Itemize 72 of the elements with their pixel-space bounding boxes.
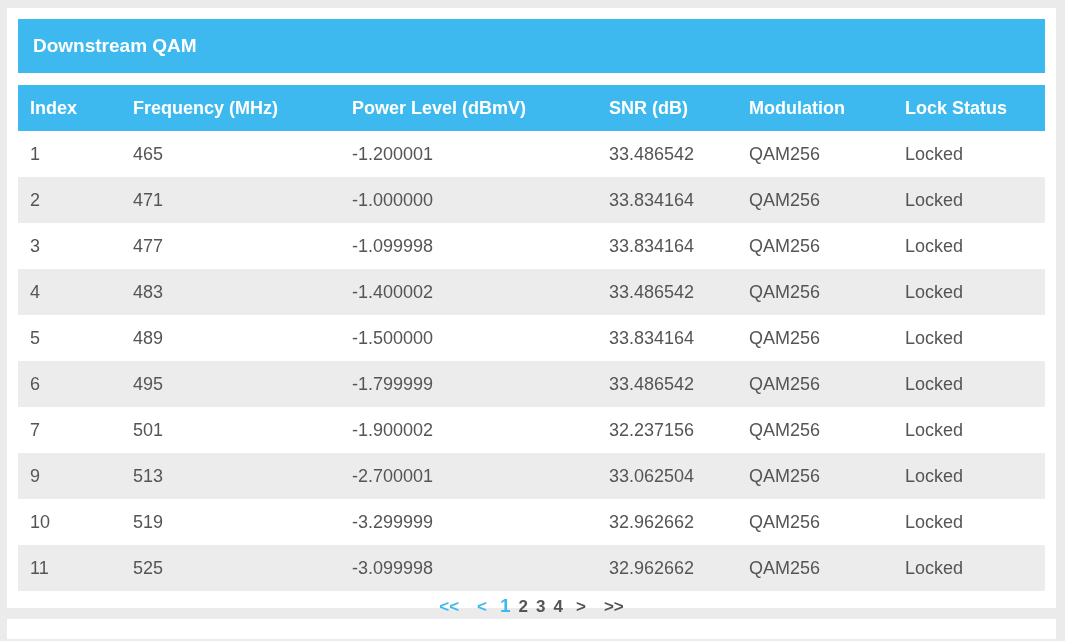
table-cell: 501: [121, 407, 340, 453]
table-cell: Locked: [893, 361, 1045, 407]
table-cell: -1.099998: [340, 223, 597, 269]
table-cell: 1: [18, 131, 121, 177]
table-cell: -1.400002: [340, 269, 597, 315]
table-cell: 33.834164: [597, 315, 737, 361]
table-cell: QAM256: [737, 315, 893, 361]
table-cell: -1.200001: [340, 131, 597, 177]
table-cell: QAM256: [737, 177, 893, 223]
table-cell: 9: [18, 453, 121, 499]
table-cell: 471: [121, 177, 340, 223]
table-cell: -1.799999: [340, 361, 597, 407]
table-cell: Locked: [893, 407, 1045, 453]
pagination-arrow[interactable]: >>: [603, 597, 624, 617]
table-cell: 489: [121, 315, 340, 361]
table-cell: 2: [18, 177, 121, 223]
table-cell: 495: [121, 361, 340, 407]
table-cell: 513: [121, 453, 340, 499]
table-cell: QAM256: [737, 545, 893, 591]
column-header: Modulation: [737, 85, 893, 131]
table-cell: QAM256: [737, 499, 893, 545]
page-link[interactable]: 4: [553, 597, 563, 617]
table-cell: Locked: [893, 177, 1045, 223]
table-cell: -3.299999: [340, 499, 597, 545]
table-cell: -2.700001: [340, 453, 597, 499]
table-cell: 32.237156: [597, 407, 737, 453]
table-cell: -3.099998: [340, 545, 597, 591]
table-cell: -1.500000: [340, 315, 597, 361]
table-cell: Locked: [893, 269, 1045, 315]
table-cell: 32.962662: [597, 545, 737, 591]
table-cell: 525: [121, 545, 340, 591]
column-header: Frequency (MHz): [121, 85, 340, 131]
table-cell: 32.962662: [597, 499, 737, 545]
table-cell: 5: [18, 315, 121, 361]
table-cell: 33.834164: [597, 223, 737, 269]
table-cell: Locked: [893, 131, 1045, 177]
table-cell: 519: [121, 499, 340, 545]
table-cell: Locked: [893, 453, 1045, 499]
table-cell: Locked: [893, 315, 1045, 361]
table-cell: QAM256: [737, 131, 893, 177]
table-cell: QAM256: [737, 269, 893, 315]
table-cell: Locked: [893, 499, 1045, 545]
page-link[interactable]: 2: [518, 597, 529, 617]
table-cell: 33.486542: [597, 269, 737, 315]
table-cell: 6: [18, 361, 121, 407]
table-cell: -1.000000: [340, 177, 597, 223]
table-cell: QAM256: [737, 223, 893, 269]
column-header: Power Level (dBmV): [340, 85, 597, 131]
column-header: Index: [18, 85, 121, 131]
column-header: SNR (dB): [597, 85, 737, 131]
table-cell: 465: [121, 131, 340, 177]
table-cell: -1.900002: [340, 407, 597, 453]
table-cell: 10: [18, 499, 121, 545]
table-cell: Locked: [893, 545, 1045, 591]
table-cell: Locked: [893, 223, 1045, 269]
table-cell: 477: [121, 223, 340, 269]
table-cell: 483: [121, 269, 340, 315]
page-link[interactable]: 3: [536, 597, 546, 617]
table-cell: QAM256: [737, 361, 893, 407]
pagination-arrow[interactable]: >: [576, 597, 586, 617]
table-cell: 33.834164: [597, 177, 737, 223]
table-cell: QAM256: [737, 407, 893, 453]
panel-title: Downstream QAM: [18, 19, 1045, 73]
table-cell: 33.062504: [597, 453, 737, 499]
table-cell: 7: [18, 407, 121, 453]
table-cell: 33.486542: [597, 131, 737, 177]
table-cell: 11: [18, 545, 121, 591]
table-cell: 4: [18, 269, 121, 315]
table-cell: 3: [18, 223, 121, 269]
column-header: Lock Status: [893, 85, 1045, 131]
table-cell: 33.486542: [597, 361, 737, 407]
table-cell: QAM256: [737, 453, 893, 499]
